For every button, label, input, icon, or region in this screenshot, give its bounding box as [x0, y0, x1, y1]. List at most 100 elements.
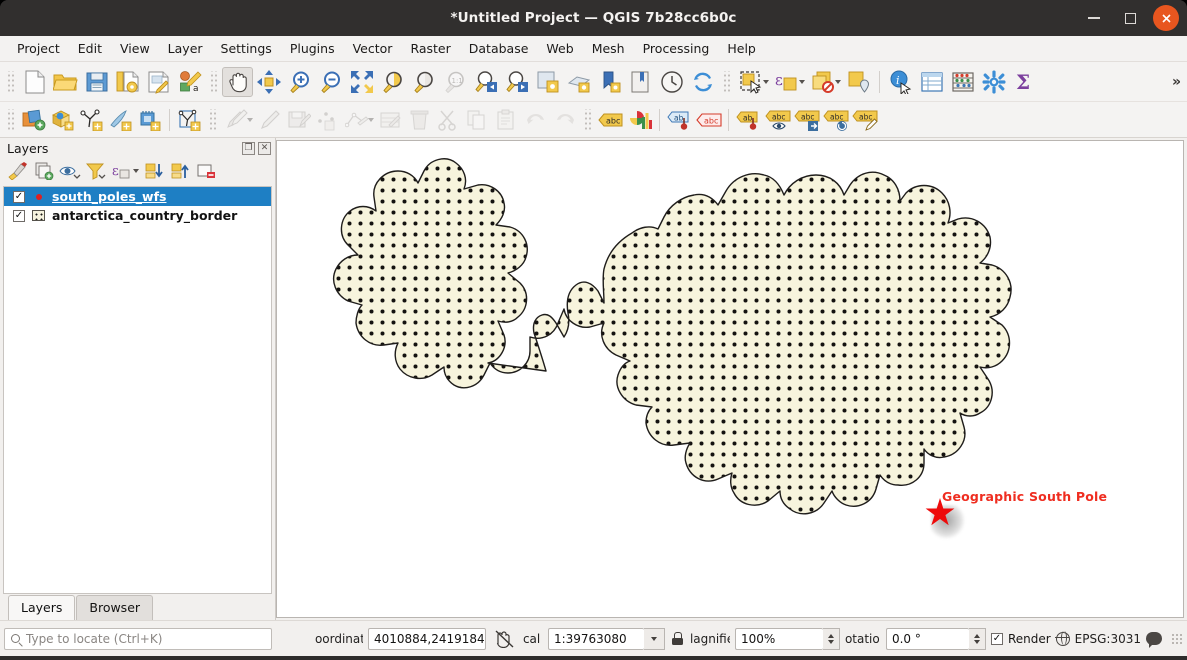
layer-visibility-checkbox[interactable]: ✓ — [13, 210, 25, 222]
cut-features-button[interactable] — [434, 106, 463, 134]
pin-labels-button[interactable]: ab — [665, 106, 694, 134]
zoom-last-button[interactable] — [470, 67, 501, 97]
new-geopackage-layer-button[interactable] — [48, 106, 77, 134]
crs-label[interactable]: EPSG:3031 — [1075, 632, 1141, 646]
menu-project[interactable]: Project — [8, 38, 69, 59]
layer-labeling-button[interactable]: abc — [596, 106, 625, 134]
select-by-expression-button[interactable]: ε — [771, 67, 802, 97]
toolbar-grip-label[interactable] — [583, 109, 592, 131]
show-hide-labels-button[interactable]: abc — [763, 106, 792, 134]
menu-view[interactable]: View — [111, 38, 159, 59]
data-source-manager-button[interactable] — [19, 106, 48, 134]
close-button[interactable] — [1153, 5, 1179, 31]
locator-bar[interactable]: Type to locate (Ctrl+K) — [4, 628, 272, 650]
layout-manager-button[interactable] — [143, 67, 174, 97]
resize-grip[interactable] — [1171, 633, 1183, 645]
copy-features-button[interactable] — [463, 106, 492, 134]
collapse-all-button[interactable] — [169, 160, 193, 182]
identify-features-button[interactable]: i — [885, 67, 916, 97]
open-layer-styling-panel-button[interactable] — [6, 160, 30, 182]
scale-combo[interactable]: 1:39763080 — [548, 628, 665, 650]
zoom-to-selection-button[interactable] — [377, 67, 408, 97]
layer-tree[interactable]: ✓ south_poles_wfs ✓ antarctica_country_b… — [3, 186, 272, 594]
open-project-button[interactable] — [50, 67, 81, 97]
menu-settings[interactable]: Settings — [212, 38, 281, 59]
render-checkbox[interactable]: ✓ — [991, 633, 1003, 645]
zoom-native-button[interactable]: 1:1 — [439, 67, 470, 97]
rotate-label-button[interactable]: abc — [821, 106, 850, 134]
maximize-button[interactable] — [1117, 5, 1143, 31]
tab-browser[interactable]: Browser — [76, 595, 153, 620]
pan-to-selection-button[interactable] — [253, 67, 284, 97]
select-by-location-button[interactable] — [843, 67, 874, 97]
menu-processing[interactable]: Processing — [634, 38, 719, 59]
map-canvas[interactable]: Geographic South Pole — [276, 140, 1184, 618]
scale-value[interactable]: 1:39763080 — [548, 628, 644, 650]
menu-plugins[interactable]: Plugins — [281, 38, 344, 59]
zoom-to-layer-button[interactable] — [408, 67, 439, 97]
toggle-editing-button[interactable] — [255, 106, 284, 134]
delete-selected-button[interactable] — [405, 106, 434, 134]
expand-all-button[interactable] — [143, 160, 167, 182]
statistical-summary-button[interactable]: Σ — [1009, 67, 1040, 97]
select-features-button[interactable] — [735, 67, 766, 97]
toolbar-grip-edit[interactable] — [208, 109, 217, 131]
change-label-button[interactable]: abc — [792, 106, 821, 134]
paste-features-button[interactable] — [492, 106, 521, 134]
tab-layers[interactable]: Layers — [8, 595, 75, 620]
layers-panel-close-button[interactable]: ✕ — [258, 142, 271, 155]
magnifier-value[interactable]: 100% — [735, 628, 823, 650]
style-manager-button[interactable]: a — [174, 67, 205, 97]
menu-vector[interactable]: Vector — [344, 38, 402, 59]
pan-map-button[interactable] — [222, 67, 253, 97]
filter-legend-expression-button[interactable]: ε — [110, 160, 134, 182]
layer-row-south-poles-wfs[interactable]: ✓ south_poles_wfs — [4, 187, 271, 206]
scale-dropdown-arrow[interactable] — [644, 628, 665, 650]
rotation-spinbox[interactable]: 0.0 ° — [886, 628, 986, 650]
messages-icon[interactable] — [1146, 632, 1162, 645]
open-attribute-table-button[interactable] — [916, 67, 947, 97]
new-map-view-button[interactable] — [532, 67, 563, 97]
undo-button[interactable] — [521, 106, 550, 134]
menu-raster[interactable]: Raster — [401, 38, 459, 59]
toolbar-overflow-button[interactable]: » — [1172, 74, 1181, 90]
field-calculator-button[interactable] — [947, 67, 978, 97]
zoom-in-button[interactable] — [284, 67, 315, 97]
add-group-button[interactable] — [32, 160, 56, 182]
add-feature-button[interactable] — [313, 106, 342, 134]
vertex-tool-button[interactable] — [342, 106, 371, 134]
magnifier-stepper[interactable] — [823, 628, 840, 650]
processing-toolbox-button[interactable] — [978, 67, 1009, 97]
highlight-labels-button[interactable]: abc — [694, 106, 723, 134]
toolbar-grip-attributes[interactable] — [722, 71, 731, 93]
magnifier-spinbox[interactable]: 100% — [735, 628, 840, 650]
layers-panel-undock-button[interactable]: ❐ — [242, 142, 255, 155]
layer-diagrams-button[interactable] — [625, 106, 654, 134]
deselect-features-button[interactable] — [807, 67, 838, 97]
save-layer-edits-button[interactable] — [284, 106, 313, 134]
modify-attributes-button[interactable] — [376, 106, 405, 134]
current-edits-button[interactable] — [221, 106, 250, 134]
toolbar-grip-map[interactable] — [209, 71, 218, 93]
zoom-next-button[interactable] — [501, 67, 532, 97]
zoom-full-button[interactable] — [346, 67, 377, 97]
remove-layer-button[interactable] — [195, 160, 219, 182]
lock-scale-icon[interactable] — [672, 632, 683, 645]
vertex-tool-dropdown-arrow[interactable] — [368, 118, 374, 122]
new-project-button[interactable] — [19, 67, 50, 97]
toolbar-grip[interactable] — [6, 71, 15, 93]
menu-edit[interactable]: Edit — [69, 38, 111, 59]
redo-button[interactable] — [550, 106, 579, 134]
new-spatialite-layer-button[interactable] — [106, 106, 135, 134]
filter-legend-button[interactable] — [84, 160, 108, 182]
new-bookmark-button[interactable] — [594, 67, 625, 97]
refresh-button[interactable] — [687, 67, 718, 97]
crs-globe-icon[interactable] — [1056, 632, 1070, 646]
layer-visibility-checkbox[interactable]: ✓ — [13, 191, 25, 203]
menu-layer[interactable]: Layer — [159, 38, 212, 59]
rotation-stepper[interactable] — [969, 628, 986, 650]
menu-database[interactable]: Database — [460, 38, 538, 59]
menu-help[interactable]: Help — [718, 38, 765, 59]
new-mesh-layer-button[interactable] — [175, 106, 204, 134]
current-edits-dropdown-arrow[interactable] — [247, 118, 253, 122]
